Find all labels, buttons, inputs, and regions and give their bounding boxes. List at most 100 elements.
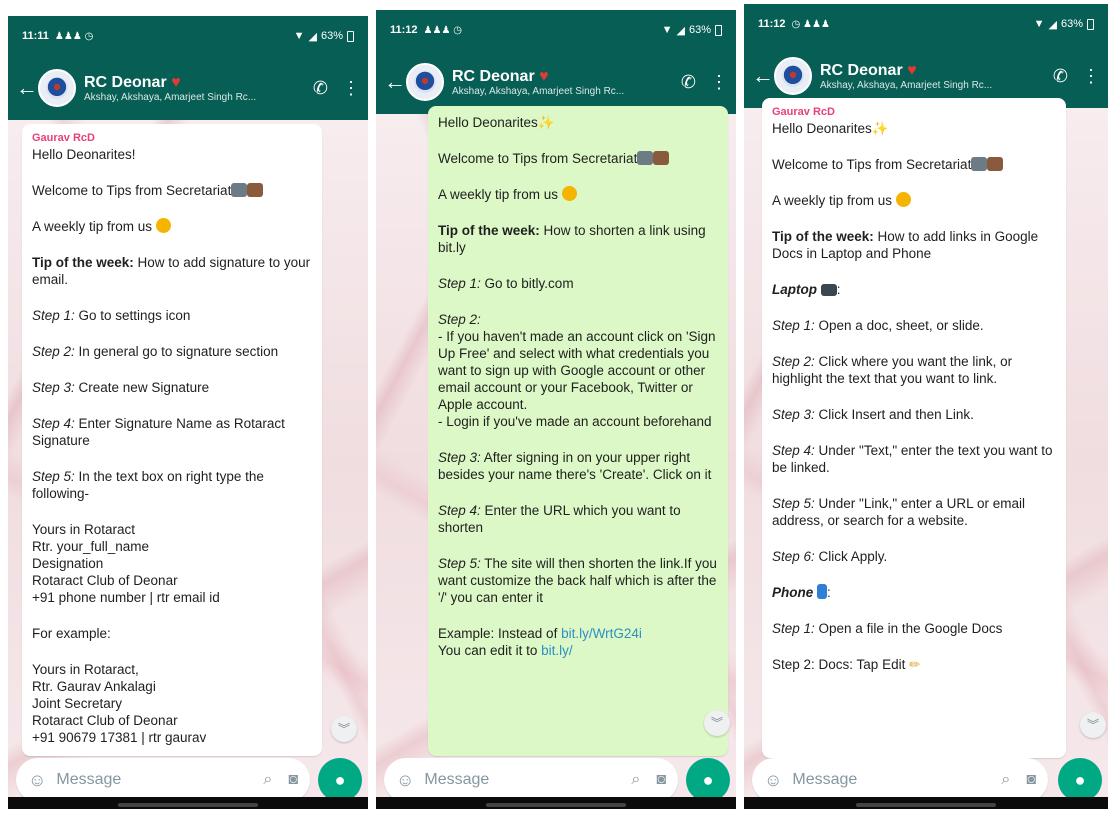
group-name: RC Deonar bbox=[452, 67, 535, 85]
emoji-icon[interactable]: ☺ bbox=[764, 770, 782, 791]
message-line: Step 6: Click Apply. bbox=[772, 549, 888, 564]
message-line: Step 1: Go to bitly.com bbox=[438, 276, 574, 291]
camera-icon[interactable]: ◙ bbox=[656, 771, 666, 789]
signal-icon: ◢ bbox=[676, 24, 685, 37]
message-line: Welcome to Tips from Secretariat bbox=[32, 182, 312, 199]
message-line: A weekly tip from us bbox=[772, 192, 1056, 209]
home-indicator[interactable] bbox=[118, 803, 258, 807]
message-bubble[interactable]: Gaurav RcD Hello Deonarites✨ Welcome to … bbox=[762, 98, 1066, 758]
chat-title[interactable]: RC Deonar ♥ Akshay, Akshaya, Amarjeet Si… bbox=[452, 68, 667, 97]
chat-title[interactable]: RC Deonar ♥ Akshay, Akshaya, Amarjeet Si… bbox=[84, 74, 299, 103]
message-line: Step 5: The site will then shorten the l… bbox=[438, 556, 717, 605]
group-avatar[interactable] bbox=[774, 57, 812, 95]
group-avatar[interactable] bbox=[406, 63, 444, 101]
laptop-emoji-icon bbox=[820, 284, 837, 296]
phone-screenshot-1: 11:11 ♟♟♟ ◷ ▼ ◢ 63% ← RC Deonar ♥ Akshay… bbox=[8, 16, 368, 809]
camera-icon[interactable]: ◙ bbox=[288, 771, 298, 789]
message-line: Welcome to Tips from Secretariat bbox=[772, 156, 1056, 173]
message-line: Hello Deonarites! bbox=[32, 147, 136, 162]
battery-percent: 63% bbox=[1060, 18, 1083, 30]
more-options-icon[interactable]: ⋮ bbox=[1082, 66, 1100, 87]
chat-header: ← RC Deonar ♥ Akshay, Akshaya, Amarjeet … bbox=[8, 56, 368, 120]
message-input-bar[interactable]: ☺ Message ⌕ ◙ bbox=[16, 758, 310, 802]
message-line: Joint Secretary bbox=[32, 696, 123, 711]
sunglasses-emoji-icon bbox=[561, 186, 577, 201]
message-input-bar[interactable]: ☺ Message ⌕ ◙ bbox=[752, 758, 1048, 802]
message-line: Rotaract Club of Deonar bbox=[32, 713, 178, 728]
camera-icon[interactable]: ◙ bbox=[1026, 771, 1036, 789]
home-indicator[interactable] bbox=[486, 803, 626, 807]
nav-bar bbox=[744, 797, 1108, 809]
message-input-bar[interactable]: ☺ Message ⌕ ◙ bbox=[384, 758, 678, 802]
attach-icon[interactable]: ⌕ bbox=[263, 771, 272, 789]
status-bar: 11:12 ◷ ♟♟♟ ▼ ◢ 63% bbox=[744, 4, 1108, 44]
notification-icons: ◷ ♟♟♟ bbox=[791, 18, 830, 30]
status-bar: 11:12 ♟♟♟ ◷ ▼ ◢ 63% bbox=[376, 10, 736, 50]
more-options-icon[interactable]: ⋮ bbox=[710, 72, 728, 93]
message-line: Rtr. Gaurav Ankalagi bbox=[32, 679, 156, 694]
add-call-icon[interactable]: ✆ bbox=[1053, 66, 1068, 87]
message-line: Rotaract Club of Deonar bbox=[32, 573, 178, 588]
attach-icon[interactable]: ⌕ bbox=[631, 771, 640, 789]
message-line: Step 4: Enter the URL which you want to … bbox=[438, 503, 681, 535]
message-line: Rtr. your_full_name bbox=[32, 539, 150, 554]
scroll-down-button[interactable]: ︾ bbox=[1080, 712, 1106, 738]
mic-button[interactable]: ● bbox=[686, 758, 730, 802]
message-input[interactable]: Message bbox=[424, 771, 615, 789]
chat-title[interactable]: RC Deonar ♥ Akshay, Akshaya, Amarjeet Si… bbox=[820, 62, 1039, 91]
message-line: Laptop : bbox=[772, 282, 841, 297]
message-line: Step 1: Go to settings icon bbox=[32, 308, 191, 323]
more-options-icon[interactable]: ⋮ bbox=[342, 78, 360, 99]
mic-icon: ● bbox=[702, 770, 714, 790]
message-line: Phone : bbox=[772, 584, 831, 600]
group-members: Akshay, Akshaya, Amarjeet Singh Rc... bbox=[820, 79, 993, 91]
message-line: Example: Instead of bit.ly/WrtG24i bbox=[438, 626, 642, 641]
add-call-icon[interactable]: ✆ bbox=[681, 72, 696, 93]
back-arrow-icon[interactable]: ← bbox=[384, 69, 406, 95]
message-line: Hello Deonarites✨ bbox=[772, 121, 889, 136]
battery-icon bbox=[1087, 18, 1094, 30]
message-line: Step 1: Open a doc, sheet, or slide. bbox=[772, 318, 984, 333]
back-arrow-icon[interactable]: ← bbox=[16, 75, 38, 101]
battery-icon bbox=[347, 30, 354, 42]
mobile-phone-emoji-icon bbox=[817, 584, 828, 599]
message-input[interactable]: Message bbox=[792, 771, 985, 789]
rotaract-logo-icon bbox=[46, 77, 68, 99]
message-line: Step 4: Enter Signature Name as Rotaract… bbox=[32, 416, 285, 448]
sparkles-emoji-icon: ✨ bbox=[871, 121, 889, 136]
message-link[interactable]: bit.ly/ bbox=[541, 643, 573, 658]
signal-icon: ◢ bbox=[1048, 18, 1057, 31]
message-bubble[interactable]: Hello Deonarites✨ Welcome to Tips from S… bbox=[428, 106, 728, 756]
scroll-down-button[interactable]: ︾ bbox=[331, 716, 357, 742]
message-input[interactable]: Message bbox=[56, 771, 247, 789]
message-line: Hello Deonarites✨ bbox=[438, 115, 555, 130]
sunglasses-emoji-icon bbox=[895, 192, 911, 207]
message-line: For example: bbox=[32, 626, 111, 641]
mic-button[interactable]: ● bbox=[318, 758, 362, 802]
group-avatar[interactable] bbox=[38, 69, 76, 107]
attach-icon[interactable]: ⌕ bbox=[1001, 771, 1010, 789]
nav-bar bbox=[376, 797, 736, 809]
group-members: Akshay, Akshaya, Amarjeet Singh Rc... bbox=[452, 85, 625, 97]
back-arrow-icon[interactable]: ← bbox=[752, 63, 774, 89]
sender-name: Gaurav RcD bbox=[32, 132, 95, 144]
message-bubble[interactable]: Gaurav RcD Hello Deonarites! Welcome to … bbox=[22, 124, 322, 756]
woman-technologist-emoji-icon bbox=[247, 183, 264, 197]
message-line: - Login if you've made an account before… bbox=[438, 414, 712, 429]
add-call-icon[interactable]: ✆ bbox=[313, 78, 328, 99]
emoji-icon[interactable]: ☺ bbox=[396, 770, 414, 791]
scroll-down-button[interactable]: ︾ bbox=[704, 710, 730, 736]
mic-button[interactable]: ● bbox=[1058, 758, 1102, 802]
status-bar: 11:11 ♟♟♟ ◷ ▼ ◢ 63% bbox=[8, 16, 368, 56]
status-time: 11:12 bbox=[390, 24, 418, 36]
home-indicator[interactable] bbox=[856, 803, 996, 807]
status-time: 11:12 bbox=[758, 18, 786, 30]
message-link[interactable]: bit.ly/WrtG24i bbox=[561, 626, 642, 641]
emoji-icon[interactable]: ☺ bbox=[28, 770, 46, 791]
message-line: A weekly tip from us bbox=[32, 218, 312, 235]
phone-screenshot-3: 11:12 ◷ ♟♟♟ ▼ ◢ 63% ← RC Deonar ♥ Akshay… bbox=[744, 4, 1108, 809]
woman-technologist-emoji-icon bbox=[987, 157, 1004, 171]
sunglasses-emoji-icon bbox=[155, 218, 171, 233]
battery-percent: 63% bbox=[688, 24, 711, 36]
notification-icons: ♟♟♟ ◷ bbox=[423, 24, 462, 36]
